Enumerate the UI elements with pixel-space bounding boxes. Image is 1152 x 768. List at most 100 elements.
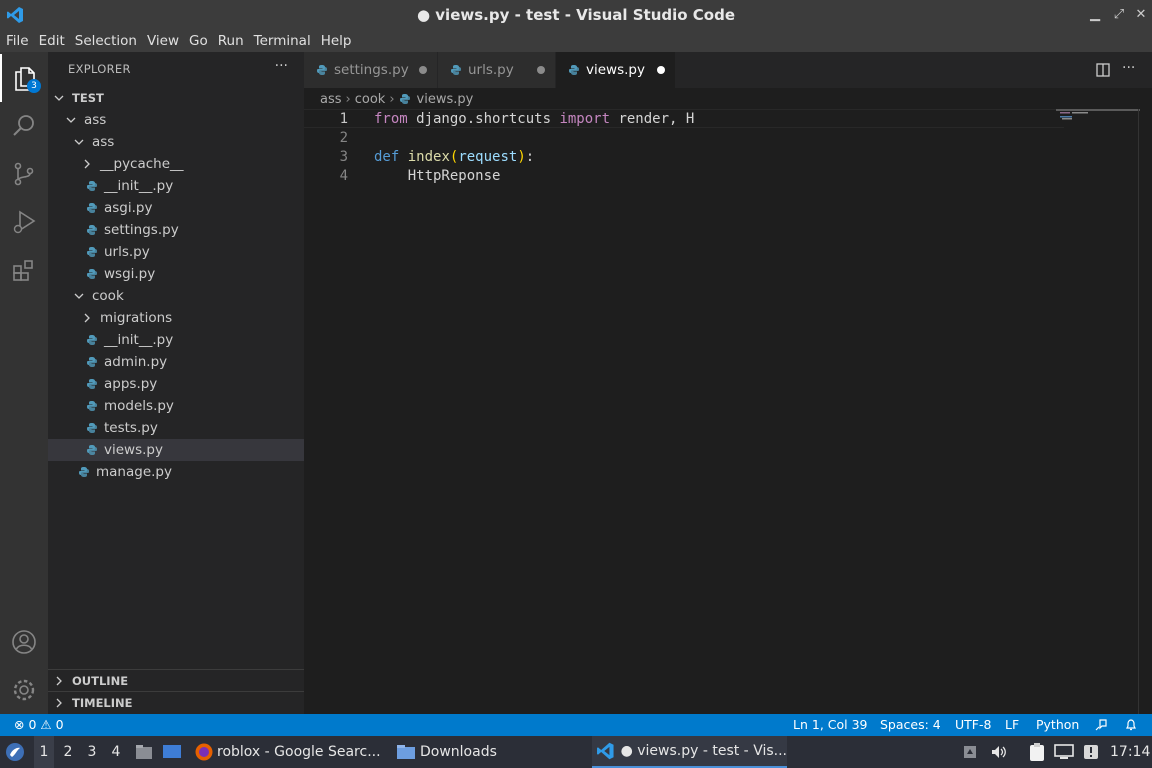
- timeline-label: TIMELINE: [72, 695, 133, 710]
- menu-help[interactable]: Help: [321, 33, 352, 49]
- eol-status[interactable]: LF: [1005, 717, 1019, 732]
- menu-edit[interactable]: Edit: [39, 33, 65, 49]
- code-line[interactable]: 1 from django.shortcuts import render, H: [304, 109, 1064, 128]
- breadcrumb-item[interactable]: ass: [320, 92, 342, 107]
- tree-label: cook: [92, 288, 124, 304]
- tree-file[interactable]: __init__.py: [48, 175, 304, 197]
- chevron-right-icon: ›: [345, 91, 351, 107]
- more-actions-icon[interactable]: ···: [1122, 60, 1135, 76]
- account-icon: [12, 630, 36, 654]
- taskbar-window-vscode[interactable]: ● views.py - test - Vis...: [592, 736, 787, 768]
- explorer-activity[interactable]: 3: [0, 54, 48, 102]
- workspace-1[interactable]: 1: [34, 736, 54, 768]
- run-debug-activity[interactable]: [0, 198, 48, 246]
- tab-settings-py[interactable]: settings.py: [304, 52, 438, 88]
- warning-count: 0: [55, 717, 64, 732]
- chevron-right-icon: [84, 159, 90, 169]
- minimize-icon[interactable]: ▁: [1086, 6, 1104, 24]
- tree-folder[interactable]: ass: [48, 109, 304, 131]
- workspace-3[interactable]: 3: [82, 736, 102, 768]
- encoding-status[interactable]: UTF-8: [955, 717, 991, 732]
- code-editor[interactable]: 1 from django.shortcuts import render, H…: [304, 109, 1152, 714]
- bell-icon[interactable]: [1124, 718, 1138, 732]
- start-menu-icon[interactable]: [4, 736, 30, 768]
- accounts-activity[interactable]: [0, 618, 48, 666]
- outline-section[interactable]: OUTLINE: [48, 669, 304, 691]
- menu-go[interactable]: Go: [189, 33, 208, 49]
- tab-views-py[interactable]: views.py: [556, 52, 676, 88]
- source-control-activity[interactable]: [0, 150, 48, 198]
- workspace-2[interactable]: 2: [58, 736, 78, 768]
- maximize-icon[interactable]: ⤢: [1110, 6, 1128, 24]
- manage-activity[interactable]: [0, 666, 48, 714]
- cursor-position[interactable]: Ln 1, Col 39: [793, 717, 868, 732]
- tree-file[interactable]: views.py: [48, 439, 304, 461]
- workspace-4[interactable]: 4: [106, 736, 126, 768]
- extensions-activity[interactable]: [0, 246, 48, 294]
- minimap[interactable]: [1056, 109, 1140, 714]
- tree-file[interactable]: urls.py: [48, 241, 304, 263]
- breadcrumb-item[interactable]: cook: [355, 92, 386, 107]
- search-activity[interactable]: [0, 102, 48, 150]
- vertical-scrollbar[interactable]: [1138, 109, 1152, 714]
- chevron-down-icon: [54, 95, 64, 101]
- menu-selection[interactable]: Selection: [75, 33, 137, 49]
- feedback-icon[interactable]: [1094, 718, 1108, 732]
- notification-icon[interactable]: [1082, 736, 1102, 768]
- tree-label: __pycache__: [100, 156, 184, 172]
- breadcrumb-item[interactable]: views.py: [417, 92, 474, 107]
- status-bar: ⊗ 0 ⚠ 0 Ln 1, Col 39 Spaces: 4 UTF-8 LF …: [0, 714, 1152, 736]
- tree-folder[interactable]: ass: [48, 131, 304, 153]
- tree-file[interactable]: __init__.py: [48, 329, 304, 351]
- clipboard-icon[interactable]: [1028, 736, 1048, 768]
- problems-status[interactable]: ⊗ 0 ⚠ 0: [14, 717, 64, 732]
- menu-view[interactable]: View: [147, 33, 179, 49]
- tab-urls-py[interactable]: urls.py: [438, 52, 556, 88]
- menu-terminal[interactable]: Terminal: [254, 33, 311, 49]
- file-manager-icon[interactable]: [134, 736, 154, 768]
- python-file-icon: [87, 423, 97, 433]
- code-text: from django.shortcuts import render, H: [374, 110, 695, 127]
- taskbar-window-downloads[interactable]: Downloads: [396, 736, 586, 768]
- display-icon[interactable]: [1054, 736, 1076, 768]
- code-line[interactable]: 2: [304, 128, 1064, 147]
- warning-icon: ⚠: [40, 717, 52, 732]
- close-icon[interactable]: ✕: [1132, 6, 1150, 24]
- tree-file[interactable]: wsgi.py: [48, 263, 304, 285]
- timeline-section[interactable]: TIMELINE: [48, 691, 304, 713]
- language-mode[interactable]: Python: [1036, 717, 1079, 732]
- tree-label: ass: [84, 112, 107, 128]
- clock[interactable]: 17:14: [1110, 736, 1150, 768]
- modified-dot-icon[interactable]: [537, 66, 545, 74]
- volume-icon[interactable]: [990, 736, 1010, 768]
- tree-file[interactable]: manage.py: [48, 461, 304, 483]
- python-file-icon: [87, 247, 97, 257]
- chevron-down-icon: [74, 293, 84, 299]
- tray-arrow-icon[interactable]: [962, 736, 982, 768]
- tree-folder[interactable]: cook: [48, 285, 304, 307]
- modified-dot-icon[interactable]: [657, 66, 665, 74]
- tree-file[interactable]: admin.py: [48, 351, 304, 373]
- taskbar-window-firefox[interactable]: roblox - Google Searc...: [194, 736, 384, 768]
- split-editor-icon[interactable]: [1096, 63, 1110, 77]
- tree-file[interactable]: asgi.py: [48, 197, 304, 219]
- tree-file[interactable]: tests.py: [48, 417, 304, 439]
- more-actions-icon[interactable]: ···: [275, 58, 288, 74]
- tree-folder[interactable]: migrations: [48, 307, 304, 329]
- menu-file[interactable]: File: [6, 33, 29, 49]
- code-line[interactable]: 3 def index(request):: [304, 147, 1064, 166]
- show-desktop-icon[interactable]: [162, 736, 184, 768]
- code-line[interactable]: 4 HttpReponse: [304, 166, 1064, 185]
- indentation-status[interactable]: Spaces: 4: [880, 717, 941, 732]
- tree-file[interactable]: models.py: [48, 395, 304, 417]
- tree-root[interactable]: TEST: [48, 87, 304, 109]
- chevron-right-icon: [84, 313, 90, 323]
- tree-file[interactable]: apps.py: [48, 373, 304, 395]
- firefox-icon: [195, 743, 213, 761]
- tree-label: __init__.py: [104, 178, 174, 194]
- tree-folder[interactable]: __pycache__: [48, 153, 304, 175]
- modified-dot-icon[interactable]: [419, 66, 427, 74]
- menu-run[interactable]: Run: [218, 33, 244, 49]
- python-file-icon: [87, 401, 97, 411]
- tree-file[interactable]: settings.py: [48, 219, 304, 241]
